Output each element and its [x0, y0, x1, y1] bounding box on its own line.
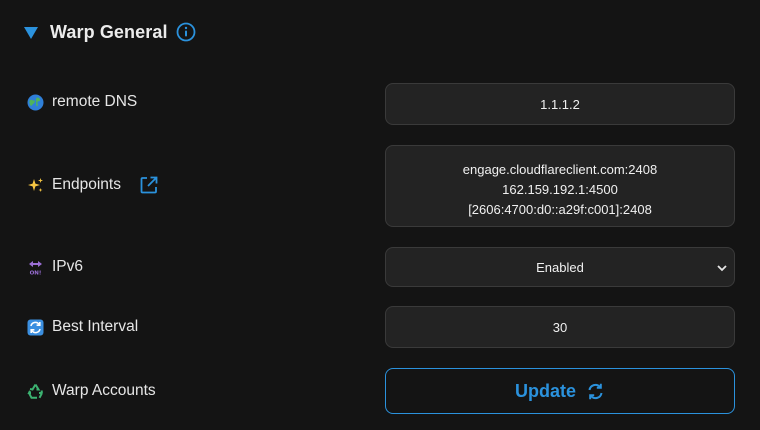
endpoints-label-row: Endpoints: [27, 175, 159, 195]
repeat-icon: [27, 319, 44, 336]
ipv6-selected-value: Enabled: [536, 259, 584, 275]
endpoints-textarea[interactable]: engage.cloudflareclient.com:2408 162.159…: [385, 145, 735, 227]
best-interval-input[interactable]: [385, 306, 735, 348]
warp-general-panel: Warp General remote DNS 1.1.1.2 Endpoint…: [0, 0, 760, 430]
recycle-icon: [27, 383, 44, 400]
remote-dns-input[interactable]: [385, 83, 735, 125]
warp-accounts-label-row: Warp Accounts: [27, 382, 156, 400]
endpoints-label: Endpoints: [52, 176, 121, 193]
refresh-icon: [586, 382, 605, 401]
external-link-icon[interactable]: [139, 175, 159, 195]
ipv6-select[interactable]: Enabled: [385, 247, 735, 287]
sparkles-icon: [27, 177, 44, 194]
update-button-label: Update: [514, 380, 576, 401]
remote-dns-label-row: remote DNS: [27, 93, 137, 111]
info-icon[interactable]: [176, 22, 196, 42]
on-arrow-icon: ON!: [27, 259, 44, 276]
ipv6-label-row: ON! IPv6: [27, 258, 83, 276]
warp-accounts-label: Warp Accounts: [52, 382, 156, 399]
section-title: Warp General: [50, 21, 168, 42]
svg-text:ON!: ON!: [30, 270, 42, 276]
section-header-warp-general[interactable]: Warp General: [24, 18, 196, 46]
best-interval-label: Best Interval: [52, 318, 139, 335]
ipv6-label: IPv6: [52, 258, 84, 275]
chevron-down-icon: [716, 261, 728, 273]
update-button[interactable]: Update: [385, 368, 735, 414]
best-interval-label-row: Best Interval: [27, 318, 138, 336]
caret-down-icon[interactable]: [24, 26, 38, 39]
remote-dns-label: remote DNS: [52, 93, 138, 110]
globe-icon: [27, 94, 44, 111]
